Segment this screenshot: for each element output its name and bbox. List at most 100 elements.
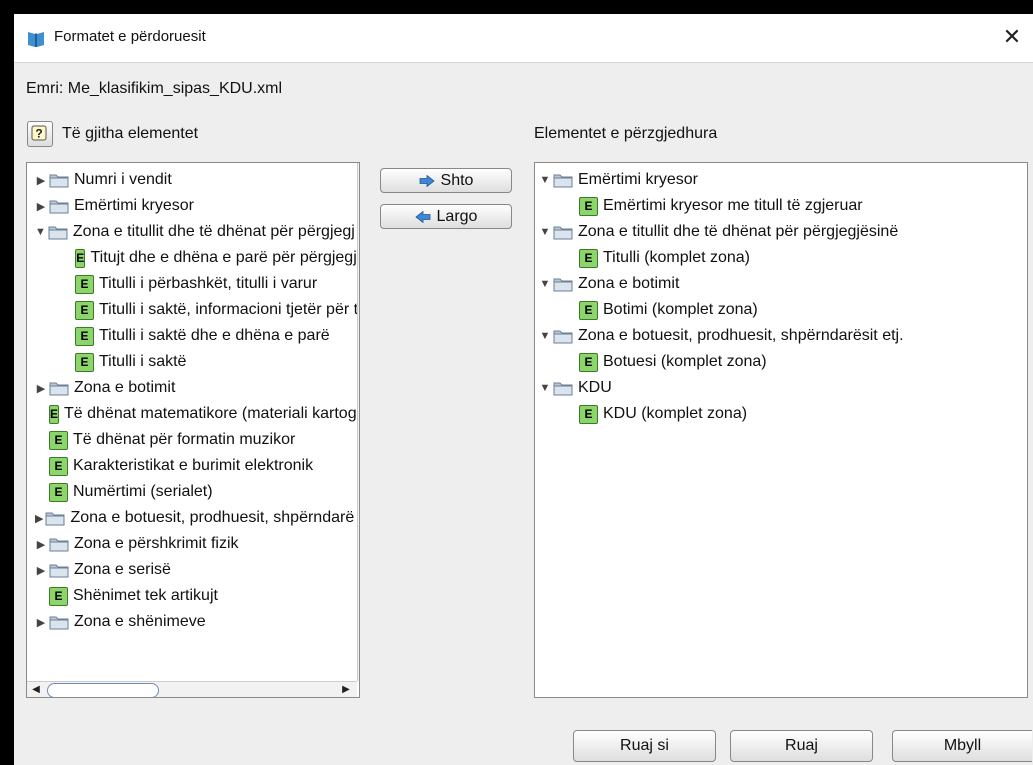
remove-button[interactable]: Largo: [380, 204, 512, 229]
tree-folder-node[interactable]: ▶ Zona e serisë: [35, 557, 355, 583]
tree-node-label: Zona e botuesit, prodhuesit, shpërndarës…: [578, 327, 904, 344]
tree-node-label: Të dhënat për formatin muzikor: [73, 431, 296, 448]
expand-right-icon[interactable]: ▶: [35, 174, 47, 187]
tree-folder-node[interactable]: ▶ Zona e shënimeve: [35, 609, 355, 635]
expand-down-icon[interactable]: ▼: [539, 226, 551, 238]
vertical-scroll-thumb[interactable]: [359, 185, 360, 457]
tree-folder-node[interactable]: ▶ Emërtimi kryesor: [35, 193, 355, 219]
element-icon: E: [75, 300, 94, 320]
folder-icon: [49, 172, 69, 188]
expand-down-icon[interactable]: ▼: [539, 382, 551, 394]
save-button[interactable]: Ruaj: [730, 730, 873, 762]
tree-element-node[interactable]: E Titulli i saktë dhe e dhëna e parë: [75, 323, 359, 349]
tree-node-label: Karakteristikat e burimit elektronik: [73, 457, 314, 474]
expand-right-icon[interactable]: ▶: [35, 200, 47, 213]
folder-icon: [48, 224, 68, 240]
folder-icon: [553, 224, 573, 240]
tree-folder-node[interactable]: ▶ Zona e përshkrimit fizik: [35, 531, 355, 557]
tree-element-node[interactable]: E Të dhënat për formatin muzikor: [49, 427, 359, 453]
folder-icon: [553, 276, 573, 292]
arrow-left-icon: [414, 210, 430, 223]
selected-elements-tree[interactable]: ▼ Emërtimi kryesor E Emërtimi kryesor me ti…: [534, 162, 1028, 698]
expand-right-icon[interactable]: ▶: [35, 382, 47, 395]
tree-element-node[interactable]: E Të dhënat matematikore (materiali karto…: [49, 401, 360, 427]
folder-icon: [49, 536, 69, 552]
tree-node-label: Emërtimi kryesor: [578, 171, 699, 188]
horizontal-scrollbar[interactable]: ◀ ▶: [27, 681, 357, 697]
expand-right-icon[interactable]: ▶: [35, 512, 43, 525]
all-elements-tree[interactable]: ▶ Numri i vendit ▶ Emërtimi kryesor ▼ Zona e …: [26, 162, 360, 698]
tree-folder-node[interactable]: ▶ Zona e botuesit, prodhuesit, shpërndarë…: [35, 505, 355, 531]
tree-node-label: Numërtimi (serialet): [73, 483, 213, 500]
tree-folder-node[interactable]: ▼ Emërtimi kryesor: [539, 167, 698, 193]
element-icon: E: [579, 352, 598, 372]
tree-node-label: Të dhënat matematikore (materiali kartog…: [64, 405, 360, 422]
tree-node-label: Titulli i saktë: [99, 353, 187, 370]
tree-element-node[interactable]: E Titulli (komplet zona): [579, 245, 750, 271]
tree-element-node[interactable]: E Emërtimi kryesor me titull të zgjeruar: [579, 193, 863, 219]
folder-icon: [49, 380, 69, 396]
tree-node-label: Botimi (komplet zona): [603, 301, 758, 318]
scroll-down-icon[interactable]: ▼: [359, 663, 360, 677]
expand-right-icon[interactable]: ▶: [35, 616, 47, 629]
tree-node-label: Titulli i saktë dhe e dhëna e parë: [99, 327, 330, 344]
tree-folder-node[interactable]: ▼ Zona e titullit dhe të dhënat për përgj…: [35, 219, 355, 245]
tree-node-label: Botuesi (komplet zona): [603, 353, 767, 370]
folder-icon: [45, 510, 65, 526]
scroll-right-icon[interactable]: ▶: [339, 683, 353, 697]
element-icon: E: [49, 404, 60, 424]
close-icon[interactable]: ✕: [991, 14, 1033, 62]
tree-element-node[interactable]: E Botuesi (komplet zona): [579, 349, 767, 375]
element-icon: E: [49, 456, 68, 476]
expand-down-icon[interactable]: ▼: [539, 330, 551, 342]
expand-right-icon[interactable]: ▶: [35, 564, 47, 577]
tree-node-label: KDU (komplet zona): [603, 405, 748, 422]
tree-element-node[interactable]: E Karakteristikat e burimit elektronik: [49, 453, 359, 479]
tree-element-node[interactable]: E Numërtimi (serialet): [49, 479, 359, 505]
tree-node-label: Titujt dhe e dhëna e parë për përgjegjës…: [90, 249, 359, 266]
tree-folder-node[interactable]: ▶ Numri i vendit: [35, 167, 355, 193]
folder-icon: [49, 198, 69, 214]
save-as-button[interactable]: Ruaj si: [573, 730, 716, 762]
scroll-up-icon[interactable]: ▲: [359, 165, 360, 179]
tree-node-label: Zona e botimit: [578, 275, 680, 292]
tree-folder-node[interactable]: ▶ Zona e botimit: [35, 375, 355, 401]
scroll-left-icon[interactable]: ◀: [29, 683, 43, 697]
tree-folder-node[interactable]: ▼ KDU: [539, 375, 612, 401]
expand-down-icon[interactable]: ▼: [35, 226, 46, 238]
help-button[interactable]: ?: [27, 121, 53, 147]
tree-node-label: KDU: [578, 379, 612, 396]
folder-icon: [49, 614, 69, 630]
folder-icon: [49, 562, 69, 578]
tree-folder-node[interactable]: ▼ Zona e botimit: [539, 271, 680, 297]
tree-node-label: Numri i vendit: [74, 171, 172, 188]
all-elements-label: Të gjitha elementet: [62, 125, 199, 142]
tree-node-label: Emërtimi kryesor: [74, 197, 195, 214]
tree-node-label: Zona e botimit: [74, 379, 176, 396]
tree-element-node[interactable]: ETitujt dhe e dhëna e parë për përgjegjë…: [75, 245, 359, 271]
add-button[interactable]: Shto: [380, 168, 512, 193]
close-button[interactable]: Mbyll: [892, 730, 1032, 762]
tree-node-label: Zona e botuesit, prodhuesit, shpërndarës…: [70, 509, 355, 526]
tree-node-label: Zona e titullit dhe të dhënat për përgje…: [72, 223, 355, 240]
element-icon: E: [75, 248, 86, 268]
arrow-right-icon: [419, 174, 435, 187]
folder-icon: [553, 328, 573, 344]
element-icon: E: [75, 326, 94, 346]
tree-element-node[interactable]: E Shënimet tek artikujt: [49, 583, 359, 609]
tree-element-node[interactable]: E Botimi (komplet zona): [579, 297, 758, 323]
horizontal-scroll-thumb[interactable]: [47, 683, 159, 697]
tree-folder-node[interactable]: ▼ Zona e botuesit, prodhuesit, shpërndarë…: [539, 323, 904, 349]
tree-element-node[interactable]: E Titulli i përbashkët, titulli i varur: [75, 271, 359, 297]
tree-element-node[interactable]: E KDU (komplet zona): [579, 401, 747, 427]
element-icon: E: [49, 586, 68, 606]
expand-down-icon[interactable]: ▼: [539, 278, 551, 290]
tree-element-node[interactable]: E Titulli i saktë: [75, 349, 359, 375]
tree-node-label: Zona e titullit dhe të dhënat për përgje…: [578, 223, 899, 240]
dialog-window: Formatet e përdoruesit ✕ Emri: Me_klasif…: [14, 14, 1033, 765]
tree-element-node[interactable]: E Titulli i saktë, informacioni tjetër pë…: [75, 297, 359, 323]
expand-right-icon[interactable]: ▶: [35, 538, 47, 551]
tree-folder-node[interactable]: ▼ Zona e titullit dhe të dhënat për përgj…: [539, 219, 899, 245]
vertical-scrollbar[interactable]: ▲ ▼: [357, 163, 360, 681]
expand-down-icon[interactable]: ▼: [539, 174, 551, 186]
